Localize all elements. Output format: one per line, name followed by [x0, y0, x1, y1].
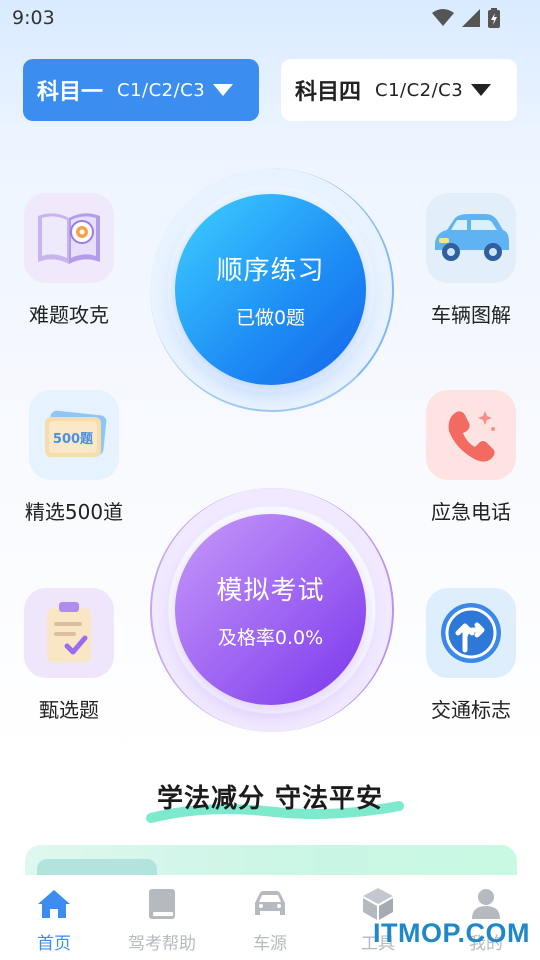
badge-500-text: 500题 — [53, 432, 94, 447]
subject-four-button[interactable]: 科目四 C1/C2/C3 — [281, 59, 517, 121]
question-cards-icon: 500题 — [29, 390, 119, 480]
status-time: 9:03 — [12, 7, 55, 29]
feature-label: 车辆图解 — [431, 303, 511, 327]
car-icon — [426, 193, 516, 283]
status-bar: 9:03 — [0, 0, 540, 36]
traffic-sign-icon — [426, 588, 516, 678]
mock-exam-button[interactable]: 模拟考试 及格率0.0% — [175, 514, 366, 705]
subject-one-button[interactable]: 科目一 C1/C2/C3 — [23, 59, 259, 121]
signal-icon — [462, 9, 480, 27]
home-icon — [0, 885, 108, 923]
feature-label: 精选500道 — [24, 500, 124, 524]
checklist-icon — [24, 588, 114, 678]
tab-label: 驾考帮助 — [128, 934, 196, 954]
watermark: ITMOP.COM — [372, 918, 530, 948]
feature-traffic-signs[interactable]: 交通标志 — [411, 588, 531, 723]
tab-driving-help[interactable]: 驾考帮助 — [108, 885, 216, 954]
feature-label: 甄选题 — [39, 698, 99, 722]
book-icon — [108, 885, 216, 923]
wifi-icon — [432, 9, 454, 26]
exam-pass-rate: 及格率0.0% — [217, 626, 324, 649]
status-icons — [432, 8, 500, 28]
tab-home[interactable]: 首页 — [0, 885, 108, 954]
slogan-text: 学法减分 守法平安 — [156, 784, 384, 814]
feature-selected-500[interactable]: 500题 精选500道 — [14, 390, 134, 525]
chevron-down-icon — [213, 84, 234, 96]
feature-emergency-call[interactable]: 应急电话 — [411, 390, 531, 525]
feature-hard-questions[interactable]: 难题攻克 — [9, 193, 129, 328]
subject-four-title: 科目四 — [295, 80, 362, 105]
battery-icon — [488, 8, 500, 28]
sequential-practice-button[interactable]: 顺序练习 已做0题 — [175, 194, 366, 385]
chevron-down-icon — [471, 84, 492, 96]
tab-label: 首页 — [37, 934, 71, 954]
feature-vehicle-diagrams[interactable]: 车辆图解 — [411, 193, 531, 328]
book-target-icon — [24, 193, 114, 283]
exam-title: 模拟考试 — [216, 575, 325, 606]
feature-screening[interactable]: 甄选题 — [9, 588, 129, 723]
feature-label: 应急电话 — [431, 500, 511, 524]
subject-one-title: 科目一 — [37, 80, 104, 105]
practice-count: 已做0题 — [235, 306, 306, 329]
slogan: 学法减分 守法平安 — [0, 778, 540, 823]
tab-label: 车源 — [253, 934, 287, 954]
feature-label: 难题攻克 — [29, 303, 109, 327]
practice-title: 顺序练习 — [216, 255, 325, 286]
car-icon — [216, 885, 324, 923]
feature-label: 交通标志 — [431, 698, 511, 722]
subject-one-type: C1/C2/C3 — [117, 79, 206, 101]
tab-car-source[interactable]: 车源 — [216, 885, 324, 954]
subject-four-type: C1/C2/C3 — [375, 79, 464, 101]
phone-icon — [426, 390, 516, 480]
